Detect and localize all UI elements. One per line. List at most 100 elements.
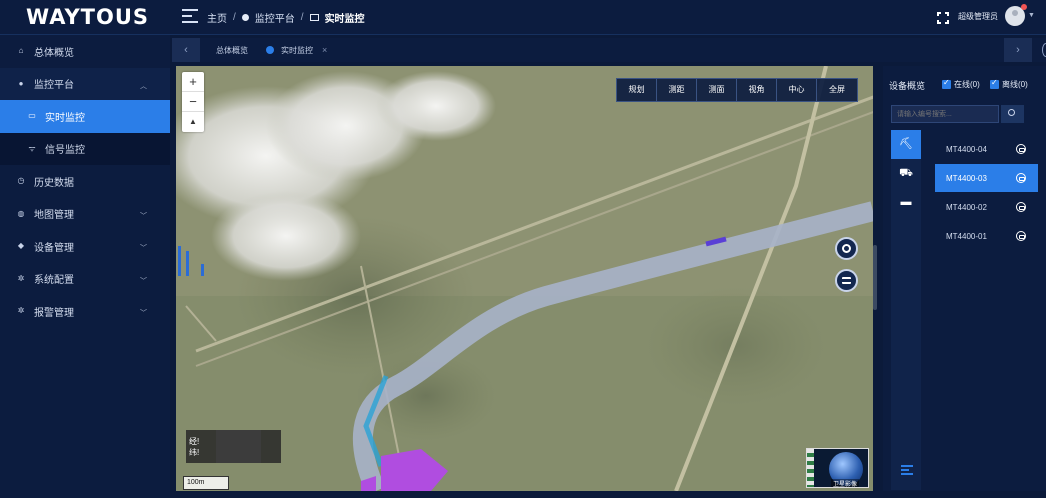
sidebar-item-device-management[interactable]: ◆ 设备管理 ﹀ (0, 230, 170, 263)
sidebar-item-system-config[interactable]: ✲ 系统配置 ﹀ (0, 263, 170, 296)
tab-realtime-monitor[interactable]: 实时监控 × (266, 38, 327, 62)
sidebar-item-signal-monitor[interactable]: ᯤ 信号监控 (0, 132, 170, 165)
chevron-up-icon: ︿ (140, 82, 147, 90)
sidebar: ⌂ 总体概览 ● 监控平台 ︿ ▭ 实时监控 ᯤ 信号监控 ◷ 历史数据 ◍ 地… (0, 35, 170, 498)
menu-toggle-icon[interactable] (182, 9, 198, 23)
view-angle-button[interactable]: 视角 (737, 79, 777, 101)
locate-icon[interactable] (835, 237, 858, 260)
chevron-down-icon: ﹀ (140, 277, 147, 285)
tabs-more-icon[interactable] (1042, 43, 1046, 57)
device-item[interactable]: MT4400-01 (935, 222, 1038, 250)
redacted-block (216, 430, 261, 463)
dot-icon (241, 14, 249, 21)
satellite-map (176, 66, 873, 491)
vehicle-status-icon[interactable] (1016, 231, 1026, 241)
monitor-icon: ▭ (28, 111, 36, 121)
checkbox-icon (990, 78, 999, 89)
notification-badge (1021, 4, 1027, 10)
globe-icon: ◍ (17, 208, 25, 218)
breadcrumb-separator: / (233, 12, 236, 23)
measure-area-button[interactable]: 测面 (697, 79, 737, 101)
center-button[interactable]: 中心 (777, 79, 817, 101)
sidebar-item-label: 信号监控 (45, 145, 85, 157)
device-item[interactable]: MT4400-02 (935, 193, 1038, 221)
breadcrumb-home[interactable]: 主页 (207, 10, 227, 25)
map-toolbar: 规划 测距 测面 视角 中心 全屏 (616, 78, 858, 102)
tab-overview[interactable]: 总体概览 (216, 38, 248, 62)
tab-label: 实时监控 (281, 45, 313, 55)
wifi-icon: ᯤ (28, 143, 36, 153)
search-button[interactable] (1001, 105, 1024, 123)
map-view[interactable]: + − ▲ 规划 测距 测面 视角 中心 全屏 经! 纬! 100m 卫星影像 (176, 66, 873, 491)
sidebar-item-label: 总体概览 (34, 47, 74, 59)
excavator-icon[interactable]: ⛏ (891, 130, 921, 159)
tag-icon: ◆ (17, 241, 25, 251)
app-root: WAYTOUS 主页 / 监控平台 / 实时监控 超级管理员 ▼ ⌂ 总体概览 (0, 0, 1046, 498)
sidebar-item-map-management[interactable]: ◍ 地图管理 ﹀ (0, 198, 170, 231)
vehicle-status-icon[interactable] (1016, 173, 1026, 183)
sidebar-item-monitor-platform[interactable]: ● 监控平台 ︿ (0, 67, 170, 100)
zoom-out-button[interactable]: − (182, 92, 204, 112)
sidebar-item-realtime-monitor[interactable]: ▭ 实时监控 (0, 100, 170, 133)
device-name: MT4400-03 (946, 173, 987, 183)
dot-icon: ● (18, 78, 24, 88)
truck-icon[interactable]: ▬ (891, 188, 921, 217)
measure-distance-button[interactable]: 测距 (657, 79, 697, 101)
logo: WAYTOUS (26, 5, 150, 29)
layers-icon[interactable] (835, 269, 858, 292)
zoom-in-button[interactable]: + (182, 72, 204, 92)
vehicle-status-icon[interactable] (1016, 202, 1026, 212)
gear-icon: ✲ (17, 273, 25, 283)
tabs-scroll-left-icon[interactable]: ‹ (172, 38, 200, 62)
fullscreen-icon[interactable] (937, 12, 949, 24)
device-panel: 设备概览 在线(0) 离线(0) ⛏ ⛟ ▬ MT4400-04 MT4400-… (883, 66, 1046, 491)
loader-icon[interactable]: ⛟ (891, 159, 921, 188)
minimap[interactable]: 卫星影像 (806, 448, 869, 488)
search-input[interactable] (891, 105, 999, 123)
close-icon[interactable]: × (322, 45, 327, 55)
tabs-bar: ‹ 总体概览 实时监控 × › (172, 38, 1046, 62)
sidebar-item-label: 系统配置 (34, 275, 74, 287)
chevron-down-icon: ﹀ (140, 212, 147, 220)
vehicle-status-icon[interactable] (1016, 144, 1026, 154)
top-bar: WAYTOUS 主页 / 监控平台 / 实时监控 超级管理员 ▼ (0, 0, 1046, 35)
offline-checkbox[interactable]: 离线(0) (990, 78, 1028, 90)
device-name: MT4400-01 (946, 231, 987, 241)
offline-label: 离线(0) (1002, 80, 1028, 89)
breadcrumb-monitor-platform[interactable]: 监控平台 (255, 10, 295, 25)
device-name: MT4400-02 (946, 202, 987, 212)
breadcrumb-current: 实时监控 (324, 14, 365, 25)
sidebar-item-overview[interactable]: ⌂ 总体概览 (0, 35, 170, 68)
minimap-label: 卫星影像 (831, 479, 860, 487)
minimap-stripes (807, 449, 814, 487)
compass-button[interactable]: ▲ (182, 112, 204, 132)
breadcrumb-separator: / (300, 12, 304, 23)
zoom-control: + − ▲ (182, 72, 204, 132)
sidebar-item-label: 地图管理 (34, 210, 74, 222)
sidebar-item-label: 监控平台 (34, 80, 74, 92)
device-item-selected[interactable]: MT4400-03 (935, 164, 1038, 192)
sidebar-item-alarm-management[interactable]: ✲ 报警管理 ﹀ (0, 295, 170, 328)
fullscreen-button[interactable]: 全屏 (817, 79, 857, 101)
category-column: ⛏ ⛟ ▬ (891, 130, 921, 490)
sidebar-item-history[interactable]: ◷ 历史数据 (0, 165, 170, 198)
user-name[interactable]: 超级管理员 (958, 11, 998, 22)
panel-title: 设备概览 (889, 81, 926, 91)
device-item[interactable]: MT4400-04 (935, 135, 1038, 163)
monitor-icon (309, 14, 319, 21)
breadcrumb: 主页 / 监控平台 / 实时监控 (207, 10, 365, 25)
plan-button[interactable]: 规划 (617, 79, 657, 101)
chevron-down-icon: ﹀ (140, 245, 147, 252)
tabs-scroll-right-icon[interactable]: › (1004, 38, 1032, 62)
active-dot-icon (266, 46, 274, 54)
list-toggle-icon[interactable] (901, 465, 913, 475)
chevron-down-icon: ﹀ (140, 310, 147, 317)
map-scrollbar[interactable] (873, 245, 877, 310)
clock-icon: ◷ (17, 176, 25, 186)
scale-bar: 100m (183, 476, 229, 490)
checkbox-icon (942, 78, 951, 89)
sidebar-item-label: 报警管理 (34, 307, 74, 319)
chevron-down-icon[interactable]: ▼ (1028, 12, 1035, 19)
online-checkbox[interactable]: 在线(0) (942, 78, 980, 90)
tab-label: 总体概览 (216, 45, 248, 55)
